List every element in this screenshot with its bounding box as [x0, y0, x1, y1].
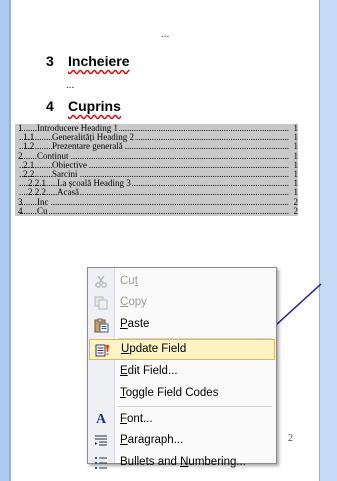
menu-item-label: Paste	[120, 318, 150, 330]
menu-item-label: Bullets and Numbering...	[120, 456, 246, 468]
scissors-icon	[93, 274, 109, 290]
menu-separator	[118, 406, 272, 407]
menu-item-label: Cut	[120, 275, 138, 287]
update-field-icon	[94, 342, 110, 358]
copy-icon	[93, 295, 109, 311]
paragraph-icon	[93, 433, 109, 449]
menu-item-icon-slot	[93, 364, 109, 380]
menu-item-label: Copy	[120, 296, 147, 308]
bullets-icon	[93, 455, 109, 471]
menu-item-toggle-field-codes[interactable]: Toggle Field Codes	[88, 383, 276, 405]
menu-item-cut[interactable]: Cut	[88, 271, 276, 293]
menu-item-bullets-and-numbering[interactable]: Bullets and Numbering...	[88, 452, 276, 474]
menu-item-update-field[interactable]: Update Field	[89, 339, 275, 360]
menu-item-label: Update Field	[121, 343, 187, 355]
menu-item-label: Font...	[120, 413, 153, 425]
menu-item-icon-slot	[93, 386, 109, 402]
menu-item-label: Paragraph...	[120, 434, 184, 446]
menu-item-paste[interactable]: Paste	[88, 314, 276, 336]
menu-item-label: Edit Field...	[120, 365, 178, 377]
menu-item-copy[interactable]: Copy	[88, 292, 276, 314]
context-menu[interactable]: Cut Copy Paste Update Field Edit Field... Tog…	[87, 267, 277, 469]
menu-item-font[interactable]: A Font...	[88, 409, 276, 431]
menu-item-paragraph[interactable]: Paragraph...	[88, 430, 276, 452]
menu-item-label: Toggle Field Codes	[120, 387, 219, 399]
paste-icon	[93, 317, 109, 333]
font-icon: A	[95, 412, 107, 427]
menu-item-edit-field[interactable]: Edit Field...	[88, 361, 276, 383]
